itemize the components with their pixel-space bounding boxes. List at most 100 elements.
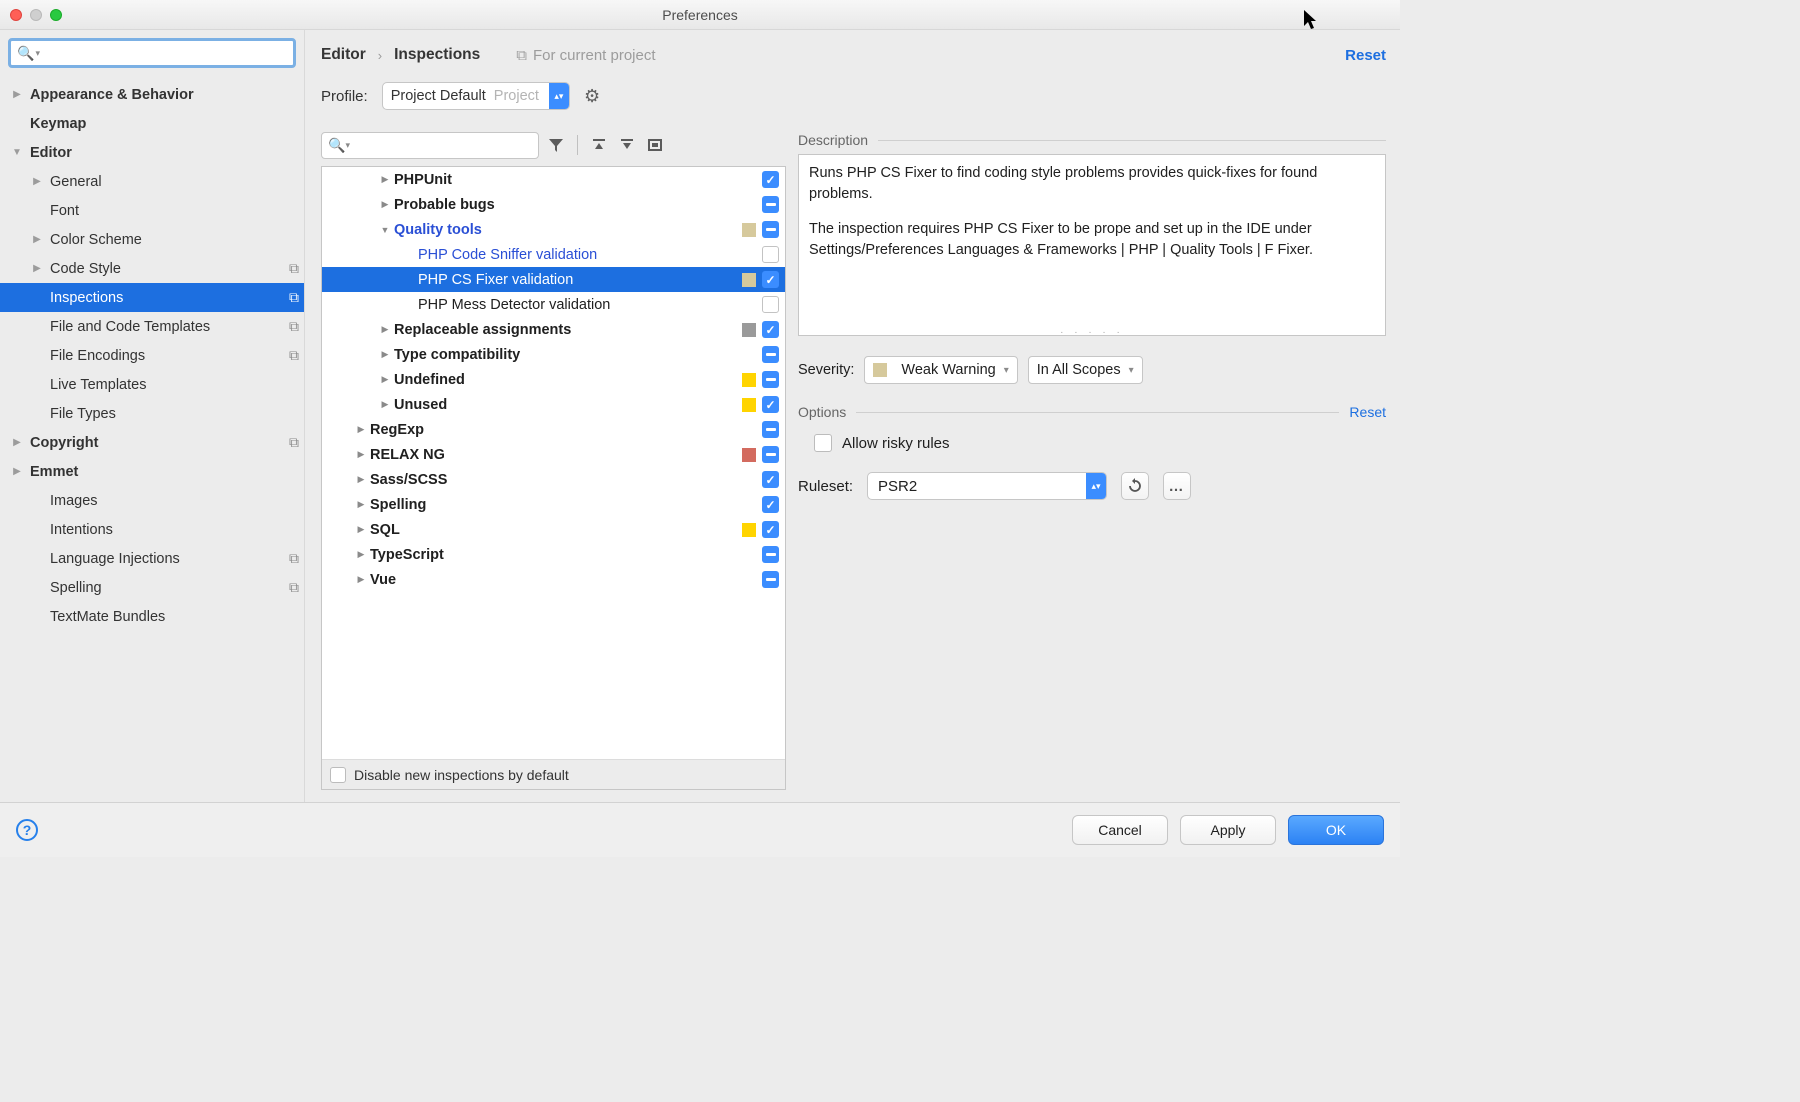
inspection-row[interactable]: ▶Probable bugs: [322, 192, 785, 217]
sidebar-item-general[interactable]: ▶General: [0, 167, 304, 196]
search-icon: 🔍: [328, 137, 345, 154]
inspection-row[interactable]: ▶Unused: [322, 392, 785, 417]
inspection-checkbox[interactable]: [762, 221, 779, 238]
sidebar-item-copyright[interactable]: ▶Copyright⧉: [0, 428, 304, 457]
scope-select[interactable]: In All Scopes ▾: [1028, 356, 1143, 384]
resize-grip-icon[interactable]: [799, 326, 1385, 336]
sidebar-item-live-templates[interactable]: Live Templates: [0, 370, 304, 399]
disable-new-inspections-label: Disable new inspections by default: [354, 767, 569, 783]
allow-risky-checkbox[interactable]: [814, 434, 832, 452]
ok-button[interactable]: OK: [1288, 815, 1384, 845]
chevron-right-icon: ▶: [376, 349, 394, 360]
sidebar-item-file-encodings[interactable]: File Encodings⧉: [0, 341, 304, 370]
inspection-checkbox[interactable]: [762, 471, 779, 488]
inspection-checkbox[interactable]: [762, 196, 779, 213]
inspection-row[interactable]: ▶RegExp: [322, 417, 785, 442]
inspection-row-label: Sass/SCSS: [370, 472, 762, 488]
sidebar-item-language-injections[interactable]: Language Injections⧉: [0, 544, 304, 573]
inspection-row[interactable]: PHP Mess Detector validation: [322, 292, 785, 317]
severity-swatch-icon: [742, 223, 756, 237]
inspection-checkbox[interactable]: [762, 421, 779, 438]
preferences-nav: ▶Appearance & BehaviorKeymap▼Editor▶Gene…: [0, 76, 304, 802]
inspection-row-label: Spelling: [370, 497, 762, 513]
inspection-row[interactable]: PHP CS Fixer validation: [322, 267, 785, 292]
gear-icon[interactable]: ⚙: [584, 86, 600, 107]
search-icon: 🔍: [17, 45, 34, 62]
sidebar-item-editor[interactable]: ▼Editor: [0, 138, 304, 167]
copy-icon: ⧉: [284, 550, 304, 567]
sidebar-item-spelling[interactable]: Spelling⧉: [0, 573, 304, 602]
sidebar-item-appearance-behavior[interactable]: ▶Appearance & Behavior: [0, 80, 304, 109]
inspection-checkbox[interactable]: [762, 446, 779, 463]
ruleset-select[interactable]: PSR2 ▴▾: [867, 472, 1107, 500]
sidebar-item-file-types[interactable]: File Types: [0, 399, 304, 428]
cancel-button[interactable]: Cancel: [1072, 815, 1168, 845]
sidebar-item-emmet[interactable]: ▶Emmet: [0, 457, 304, 486]
inspection-row[interactable]: ▶Vue: [322, 567, 785, 592]
inspection-checkbox[interactable]: [762, 321, 779, 338]
collapse-all-icon[interactable]: [616, 134, 638, 156]
inspection-row-label: SQL: [370, 522, 742, 538]
options-reset-link[interactable]: Reset: [1349, 404, 1386, 420]
disable-new-inspections-checkbox[interactable]: [330, 767, 346, 783]
inspection-checkbox[interactable]: [762, 246, 779, 263]
breadcrumb-editor[interactable]: Editor: [321, 46, 366, 64]
inspection-checkbox[interactable]: [762, 521, 779, 538]
inspection-row[interactable]: ▶RELAX NG: [322, 442, 785, 467]
inspection-row[interactable]: ▶PHPUnit: [322, 167, 785, 192]
sidebar-item-color-scheme[interactable]: ▶Color Scheme: [0, 225, 304, 254]
apply-button[interactable]: Apply: [1180, 815, 1276, 845]
inspection-row[interactable]: ▶TypeScript: [322, 542, 785, 567]
refresh-button[interactable]: [1121, 472, 1149, 500]
sidebar-item-file-and-code-templates[interactable]: File and Code Templates⧉: [0, 312, 304, 341]
sidebar-item-label: Spelling: [50, 580, 284, 596]
profile-select[interactable]: Project Default Project ▴▾: [382, 82, 570, 110]
inspection-row[interactable]: PHP Code Sniffer validation: [322, 242, 785, 267]
inspection-checkbox[interactable]: [762, 571, 779, 588]
inspection-row[interactable]: ▶Undefined: [322, 367, 785, 392]
inspection-checkbox[interactable]: [762, 296, 779, 313]
inspection-checkbox[interactable]: [762, 171, 779, 188]
inspection-checkbox[interactable]: [762, 271, 779, 288]
sidebar-item-images[interactable]: Images: [0, 486, 304, 515]
inspection-detail-panel: Description Runs PHP CS Fixer to find co…: [798, 128, 1386, 790]
chevron-down-icon: ▾: [1129, 365, 1134, 376]
inspection-row[interactable]: ▶Sass/SCSS: [322, 467, 785, 492]
chevron-right-icon: ▶: [352, 474, 370, 485]
reset-view-icon[interactable]: [644, 134, 666, 156]
sidebar-item-label: Copyright: [30, 435, 284, 451]
reset-link[interactable]: Reset: [1345, 47, 1386, 64]
sidebar-item-code-style[interactable]: ▶Code Style⧉: [0, 254, 304, 283]
inspection-checkbox[interactable]: [762, 396, 779, 413]
chevron-right-icon: ▶: [24, 263, 50, 274]
sidebar-item-label: Language Injections: [50, 551, 284, 567]
inspection-checkbox[interactable]: [762, 546, 779, 563]
sidebar-item-keymap[interactable]: Keymap: [0, 109, 304, 138]
inspection-row[interactable]: ▶SQL: [322, 517, 785, 542]
inspection-row-label: Type compatibility: [394, 347, 762, 363]
inspection-row-label: Replaceable assignments: [394, 322, 742, 338]
chevron-right-icon: ▶: [352, 549, 370, 560]
browse-button[interactable]: …: [1163, 472, 1191, 500]
inspection-row[interactable]: ▶Replaceable assignments: [322, 317, 785, 342]
chevron-updown-icon: ▴▾: [549, 83, 569, 109]
sidebar-item-inspections[interactable]: Inspections⧉: [0, 283, 304, 312]
inspection-search-input[interactable]: 🔍 ▾: [321, 132, 539, 159]
inspection-row-label: RegExp: [370, 422, 762, 438]
sidebar-search-input[interactable]: 🔍 ▾: [8, 38, 296, 68]
sidebar-item-intentions[interactable]: Intentions: [0, 515, 304, 544]
inspection-checkbox[interactable]: [762, 346, 779, 363]
profile-label: Profile:: [321, 88, 368, 105]
sidebar-item-textmate-bundles[interactable]: TextMate Bundles: [0, 602, 304, 631]
inspection-row[interactable]: ▶Type compatibility: [322, 342, 785, 367]
severity-select[interactable]: Weak Warning ▾: [864, 356, 1017, 384]
sidebar-item-font[interactable]: Font: [0, 196, 304, 225]
chevron-right-icon: ▶: [376, 174, 394, 185]
inspection-checkbox[interactable]: [762, 496, 779, 513]
inspection-checkbox[interactable]: [762, 371, 779, 388]
expand-all-icon[interactable]: [588, 134, 610, 156]
help-button[interactable]: ?: [16, 819, 38, 841]
inspection-row[interactable]: ▼Quality tools: [322, 217, 785, 242]
inspection-row[interactable]: ▶Spelling: [322, 492, 785, 517]
filter-icon[interactable]: [545, 134, 567, 156]
